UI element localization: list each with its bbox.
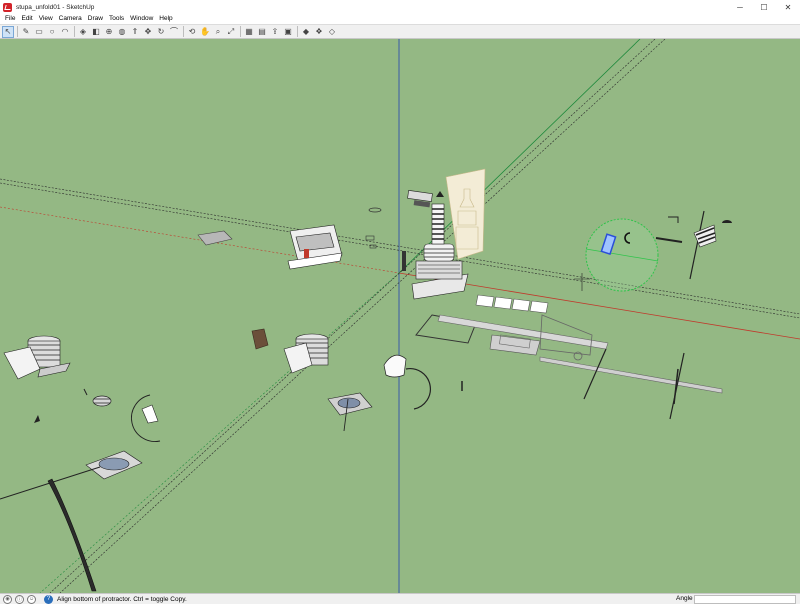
zoom-extents-icon[interactable]: ⤢ — [225, 26, 237, 38]
user-icon[interactable]: ☺ — [27, 594, 36, 604]
styles-icon[interactable]: ◇ — [326, 26, 338, 38]
model-canvas[interactable] — [0, 39, 800, 593]
menu-camera[interactable]: Camera — [56, 14, 85, 24]
menu-bar: File Edit View Camera Draw Tools Window … — [0, 14, 800, 24]
eraser-tool-icon[interactable]: ◧ — [90, 26, 102, 38]
select-tool-icon[interactable]: ↖ — [2, 25, 14, 38]
measurements-box[interactable] — [694, 595, 796, 604]
rectangle-tool-icon[interactable]: ▭ — [33, 26, 45, 38]
circle-tool-icon[interactable]: ○ — [46, 26, 58, 38]
toolbar-separator — [240, 26, 241, 37]
arc-tool-icon[interactable]: ◠ — [59, 26, 71, 38]
tape-measure-tool-icon[interactable]: ⊕ — [103, 26, 115, 38]
panel-strip[interactable] — [475, 294, 549, 314]
base-plate-piece[interactable] — [85, 450, 143, 480]
menu-window[interactable]: Window — [127, 14, 156, 24]
status-bar: ◉ ⓘ ☺ ? Align bottom of protractor. Ctrl… — [0, 593, 800, 604]
minimize-icon[interactable]: ─ — [728, 0, 752, 14]
small-square-piece[interactable] — [365, 235, 375, 241]
arc-piece[interactable] — [405, 368, 431, 410]
leaf-piece[interactable] — [141, 404, 159, 424]
toolbar-separator — [74, 26, 75, 37]
pencil-line-tool-icon[interactable]: ✎ — [20, 26, 32, 38]
window-controls: ─ ☐ ✕ — [728, 0, 800, 14]
flat-face-piece[interactable] — [197, 230, 233, 246]
stacked-disc-component[interactable] — [3, 335, 71, 380]
share-model-icon[interactable]: ⇪ — [269, 26, 281, 38]
getting-started-toolbar: ↖ ✎ ▭ ○ ◠ ◈ ◧ ⊕ ◍ ⇑ ✥ ↻ ⌒ ⟲ ✋ ⌕ ⤢ ▦ ▤ ⇪ ▣ ◆ ❖ ◇ — [0, 24, 800, 39]
small-ring-piece[interactable] — [368, 207, 382, 213]
extension-manager-icon[interactable]: ◆ — [300, 26, 312, 38]
close-icon[interactable]: ✕ — [776, 0, 800, 14]
make-component-icon[interactable]: ◈ — [77, 26, 89, 38]
measurements-label: Angle — [676, 595, 693, 602]
extension-warehouse-icon[interactable]: ▤ — [256, 26, 268, 38]
3d-warehouse-icon[interactable]: ▦ — [243, 26, 255, 38]
menu-tools[interactable]: Tools — [106, 14, 127, 24]
temple-component[interactable] — [287, 224, 343, 270]
small-tick-piece[interactable] — [83, 388, 88, 396]
menu-file[interactable]: File — [2, 14, 18, 24]
geolocation-icon[interactable]: ◉ — [3, 594, 12, 604]
credits-icon[interactable]: ⓘ — [15, 594, 24, 604]
stacked-disc-component[interactable] — [283, 333, 329, 374]
move-tool-icon[interactable]: ✥ — [142, 26, 154, 38]
model-info-icon[interactable]: ❖ — [313, 26, 325, 38]
pan-tool-icon[interactable]: ✋ — [199, 26, 211, 38]
help-icon[interactable]: ? — [44, 594, 53, 604]
status-message: Align bottom of protractor. Ctrl = toggl… — [57, 595, 187, 603]
layout-icon[interactable]: ▣ — [282, 26, 294, 38]
orbit-tool-icon[interactable]: ⟲ — [186, 26, 198, 38]
bell-piece[interactable] — [383, 354, 407, 378]
hook-piece[interactable] — [668, 216, 679, 223]
green-axis-dashed — [39, 272, 400, 593]
menu-edit[interactable]: Edit — [18, 14, 35, 24]
guide-line — [0, 178, 800, 315]
maximize-icon[interactable]: ☐ — [752, 0, 776, 14]
push-pull-tool-icon[interactable]: ⇑ — [129, 26, 141, 38]
rotate-tool-icon[interactable]: ↻ — [155, 26, 167, 38]
toolbar-separator — [17, 26, 18, 37]
sketchup-logo-icon — [3, 2, 12, 12]
person-figure[interactable] — [402, 251, 406, 271]
flag-component[interactable] — [407, 190, 433, 208]
menu-view[interactable]: View — [36, 14, 56, 24]
stick-piece[interactable] — [655, 237, 683, 243]
menu-draw[interactable]: Draw — [85, 14, 106, 24]
ornament-piece[interactable] — [251, 328, 269, 350]
guide-line — [49, 39, 656, 593]
guide-line — [59, 39, 666, 593]
dome-piece[interactable] — [722, 220, 732, 223]
toolbar-separator — [183, 26, 184, 37]
menu-help[interactable]: Help — [156, 14, 175, 24]
toolbar-separator — [297, 26, 298, 37]
title-bar: stupa_unfold01 - SketchUp ─ ☐ ✕ — [0, 0, 800, 14]
zoom-tool-icon[interactable]: ⌕ — [212, 26, 224, 38]
ring-piece[interactable] — [92, 395, 112, 407]
base-plate-piece[interactable] — [327, 392, 373, 416]
guide-line — [0, 182, 800, 319]
offset-tool-icon[interactable]: ⌒ — [168, 26, 180, 38]
small-tick-piece[interactable] — [34, 415, 40, 423]
window-title: stupa_unfold01 - SketchUp — [16, 3, 95, 11]
pole-piece[interactable] — [583, 348, 607, 400]
long-rail-piece[interactable] — [437, 314, 723, 394]
model-viewport[interactable] — [0, 39, 800, 593]
blade-piece[interactable] — [47, 478, 97, 592]
paint-bucket-tool-icon[interactable]: ◍ — [116, 26, 128, 38]
